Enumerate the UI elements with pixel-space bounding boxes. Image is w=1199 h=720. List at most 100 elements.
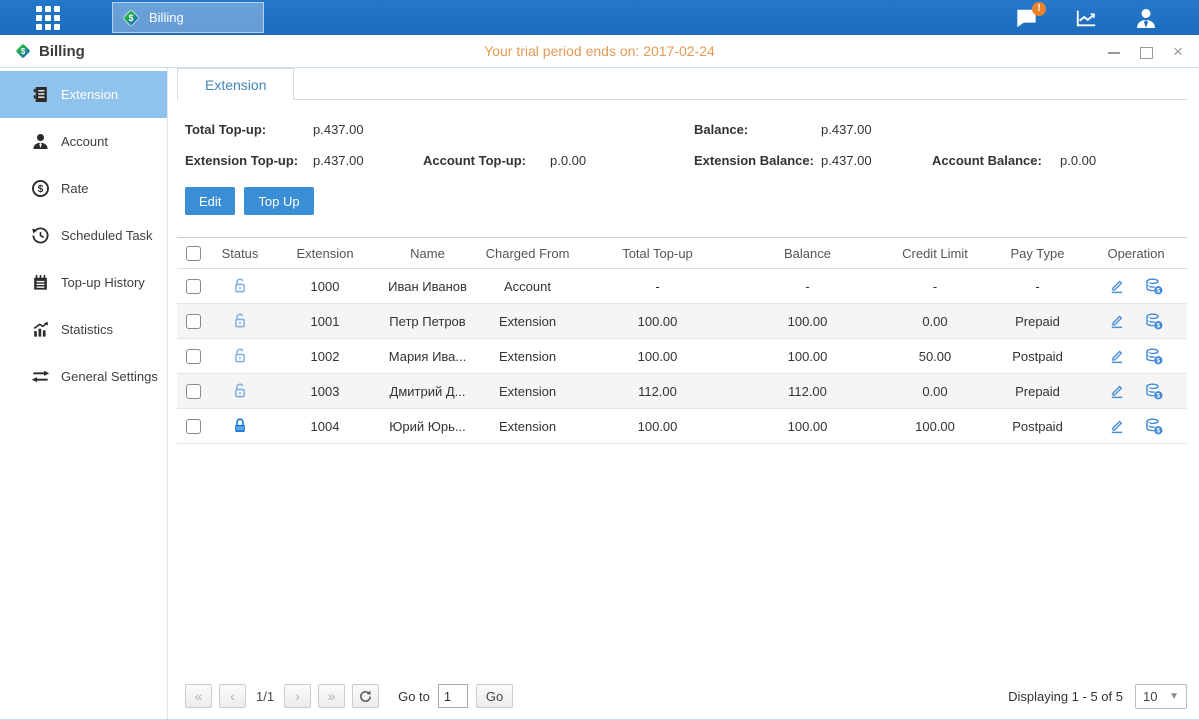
monitor-chart-icon[interactable] <box>1073 6 1099 30</box>
account-balance-value: p.0.00 <box>1060 153 1187 168</box>
row-checkbox[interactable] <box>186 314 201 329</box>
col-extension: Extension <box>270 238 380 269</box>
svg-text:$: $ <box>1157 392 1161 399</box>
cell-name: Петр Петров <box>380 304 475 339</box>
cell-credit-limit: 0.00 <box>880 304 990 339</box>
general-settings-icon <box>31 367 50 386</box>
cell-balance: - <box>735 269 880 304</box>
window-title: Billing <box>39 43 85 60</box>
notification-badge: ! <box>1032 2 1046 16</box>
maximize-icon[interactable] <box>1139 45 1153 59</box>
cell-total-topup: 100.00 <box>580 304 735 339</box>
edit-row-icon[interactable] <box>1108 312 1126 330</box>
app-grid-icon[interactable] <box>36 6 60 30</box>
edit-row-icon[interactable] <box>1108 382 1126 400</box>
topup-row-icon[interactable]: $ <box>1145 417 1164 436</box>
topup-button[interactable]: Top Up <box>244 187 313 215</box>
topup-row-icon[interactable]: $ <box>1145 382 1164 401</box>
statistics-icon <box>31 320 50 339</box>
extension-topup-label: Extension Top-up: <box>185 153 313 168</box>
cell-extension: 1002 <box>270 339 380 374</box>
cell-total-topup: 100.00 <box>580 339 735 374</box>
total-topup-value: p.437.00 <box>313 122 423 137</box>
edit-row-icon[interactable] <box>1108 277 1126 295</box>
table-row: 1001 Петр Петров Extension 100.00 100.00… <box>177 304 1187 339</box>
cell-charged-from: Extension <box>475 374 580 409</box>
row-checkbox[interactable] <box>186 419 201 434</box>
sidebar-item-statistics[interactable]: Statistics <box>0 306 167 353</box>
taskbar-right-icons: ! <box>1013 0 1159 35</box>
cell-credit-limit: - <box>880 269 990 304</box>
user-account-icon[interactable] <box>1133 6 1159 30</box>
total-topup-label: Total Top-up: <box>185 122 313 137</box>
sidebar-item-general-settings[interactable]: General Settings <box>0 353 167 400</box>
taskbar-tab-billing[interactable]: $ Billing <box>112 2 264 33</box>
cell-charged-from: Extension <box>475 339 580 374</box>
balance-summary: Total Top-up: p.437.00 Balance: p.437.00… <box>185 114 1187 176</box>
lock-open-icon <box>231 277 249 292</box>
cell-balance: 100.00 <box>735 409 880 444</box>
lock-closed-icon <box>231 417 249 432</box>
prev-page-button[interactable]: ‹ <box>219 684 246 708</box>
billing-app-icon: $ <box>121 8 141 28</box>
cell-extension: 1000 <box>270 269 380 304</box>
go-button[interactable]: Go <box>476 684 513 708</box>
last-page-button[interactable]: » <box>318 684 345 708</box>
refresh-button[interactable] <box>352 684 379 708</box>
main-content: Extension Total Top-up: p.437.00 Balance… <box>168 68 1199 719</box>
extension-topup-value: p.437.00 <box>313 153 423 168</box>
close-icon[interactable]: × <box>1171 45 1185 59</box>
tab-extension[interactable]: Extension <box>177 68 294 100</box>
cell-credit-limit: 50.00 <box>880 339 990 374</box>
sidebar-item-scheduled-task[interactable]: Scheduled Task <box>0 212 167 259</box>
col-pay-type: Pay Type <box>990 238 1085 269</box>
cell-total-topup: 100.00 <box>580 409 735 444</box>
edit-row-icon[interactable] <box>1108 417 1126 435</box>
cell-credit-limit: 0.00 <box>880 374 990 409</box>
topup-row-icon[interactable]: $ <box>1145 277 1164 296</box>
cell-credit-limit: 100.00 <box>880 409 990 444</box>
billing-window-icon: $ <box>14 42 32 60</box>
next-page-button[interactable]: › <box>284 684 311 708</box>
sidebar-item-extension[interactable]: Extension <box>0 71 167 118</box>
goto-page-input[interactable] <box>438 684 468 708</box>
svg-text:$: $ <box>129 13 134 23</box>
svg-text:$: $ <box>1157 322 1161 329</box>
cell-pay-type: Postpaid <box>990 409 1085 444</box>
scheduled-task-icon <box>31 226 50 245</box>
page-size-select[interactable]: 10 ▼ <box>1135 684 1187 709</box>
topup-row-icon[interactable]: $ <box>1145 347 1164 366</box>
cell-balance: 100.00 <box>735 339 880 374</box>
window-controls: × <box>1107 35 1185 68</box>
account-balance-label: Account Balance: <box>932 153 1060 168</box>
goto-label: Go to <box>398 689 430 704</box>
cell-pay-type: Prepaid <box>990 374 1085 409</box>
col-status: Status <box>210 238 270 269</box>
edit-button[interactable]: Edit <box>185 187 235 215</box>
messages-icon[interactable]: ! <box>1013 6 1039 30</box>
sidebar-item-topup-history[interactable]: Top-up History <box>0 259 167 306</box>
table-row: 1002 Мария Ива... Extension 100.00 100.0… <box>177 339 1187 374</box>
row-checkbox[interactable] <box>186 349 201 364</box>
cell-balance: 112.00 <box>735 374 880 409</box>
lock-open-icon <box>231 347 249 362</box>
taskbar: $ Billing ! <box>0 0 1199 35</box>
sidebar: Extension Account $ Rate Scheduled Task … <box>0 68 168 719</box>
row-checkbox[interactable] <box>186 279 201 294</box>
cell-extension: 1001 <box>270 304 380 339</box>
first-page-button[interactable]: « <box>185 684 212 708</box>
cell-extension: 1003 <box>270 374 380 409</box>
displaying-text: Displaying 1 - 5 of 5 <box>1008 689 1123 704</box>
sidebar-item-rate[interactable]: $ Rate <box>0 165 167 212</box>
sidebar-item-account[interactable]: Account <box>0 118 167 165</box>
col-total-topup: Total Top-up <box>580 238 735 269</box>
topup-history-icon <box>31 273 50 292</box>
cell-total-topup: 112.00 <box>580 374 735 409</box>
row-checkbox[interactable] <box>186 384 201 399</box>
svg-text:$: $ <box>1157 287 1161 294</box>
topup-row-icon[interactable]: $ <box>1145 312 1164 331</box>
select-all-checkbox[interactable] <box>186 246 201 261</box>
edit-row-icon[interactable] <box>1108 347 1126 365</box>
col-balance: Balance <box>735 238 880 269</box>
minimize-icon[interactable] <box>1107 45 1121 59</box>
